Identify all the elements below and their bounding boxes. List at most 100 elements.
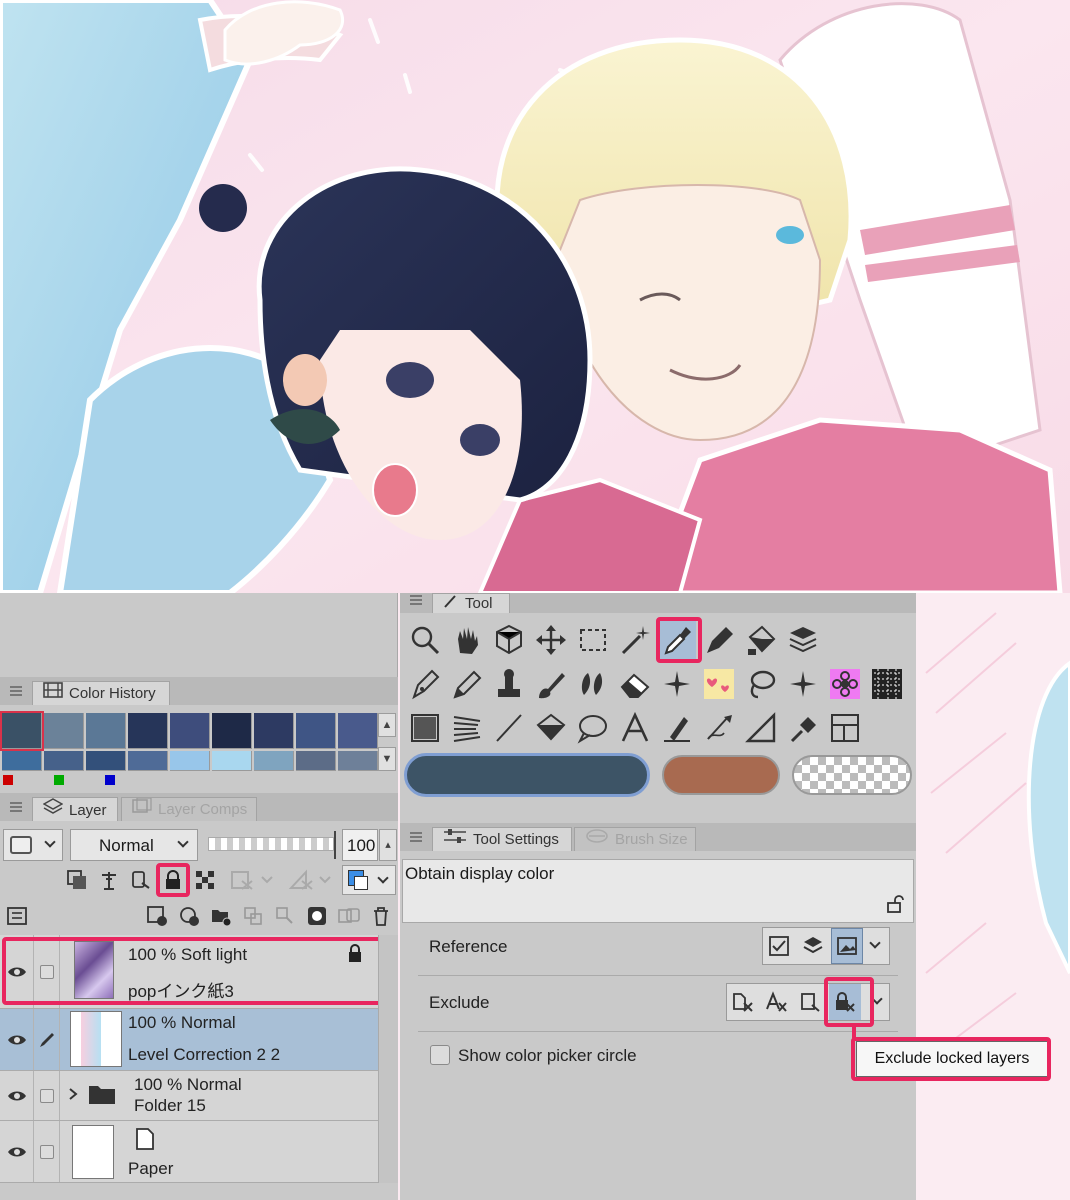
contour-fill-icon[interactable] — [448, 709, 486, 747]
layer-row[interactable]: 100 % Normal Folder 15 — [0, 1071, 378, 1121]
reference-layers-icon[interactable] — [797, 928, 829, 964]
color-swatch[interactable] — [212, 713, 252, 749]
color-swatch[interactable] — [44, 751, 84, 771]
exclude-draft-layer-icon[interactable] — [727, 984, 759, 1020]
create-mask-icon[interactable] — [304, 903, 330, 929]
color-swatch[interactable] — [338, 751, 378, 771]
tab-tool-settings[interactable]: Tool Settings — [432, 827, 572, 851]
exclude-text-layer-icon[interactable] — [761, 984, 793, 1020]
color-swatch[interactable] — [170, 713, 210, 749]
opacity-input[interactable]: 100 — [342, 829, 378, 861]
fill-shape-icon[interactable] — [532, 709, 570, 747]
reference-layer-icon[interactable] — [64, 867, 90, 893]
pen-nib-icon[interactable] — [700, 621, 738, 659]
layer-row[interactable]: 100 % Normal Level Correction 2 2 — [0, 1009, 378, 1071]
ruler-range-dropdown[interactable] — [286, 867, 338, 893]
ruler-icon[interactable] — [742, 709, 780, 747]
hand-icon[interactable] — [448, 621, 486, 659]
opacity-stepper[interactable]: ▴ — [379, 829, 397, 861]
folder-expand-chevron-icon[interactable] — [68, 1087, 78, 1106]
canvas-artwork-edge[interactable] — [916, 593, 1070, 1200]
layer-edit-toggle[interactable] — [34, 1071, 60, 1120]
pen-icon[interactable] — [34, 1009, 60, 1070]
tab-tool[interactable]: Tool — [432, 593, 510, 613]
color-swatch[interactable] — [212, 751, 252, 771]
tab-brush-size[interactable]: Brush Size — [574, 827, 696, 851]
texture-decoration-icon[interactable] — [868, 665, 906, 703]
exclude-reference-layer-icon[interactable] — [795, 984, 827, 1020]
layer-select-icon[interactable] — [784, 621, 822, 659]
merge-down-icon[interactable] — [272, 903, 298, 929]
visibility-eye-icon[interactable] — [0, 1071, 34, 1120]
opacity-slider-handle[interactable] — [334, 831, 336, 859]
vector-pen-icon[interactable] — [700, 709, 738, 747]
stamp-icon[interactable] — [490, 665, 528, 703]
reference-check-icon[interactable] — [763, 928, 795, 964]
new-vector-layer-icon[interactable] — [176, 903, 202, 929]
pencil-icon[interactable] — [448, 665, 486, 703]
color-swatch[interactable] — [296, 713, 336, 749]
color-swatch[interactable] — [86, 713, 126, 749]
pin-tool-icon[interactable] — [784, 709, 822, 747]
lasso-icon[interactable] — [742, 665, 780, 703]
visibility-eye-icon[interactable] — [0, 1121, 34, 1182]
layer-color-dropdown-2[interactable] — [342, 865, 396, 895]
lock-transparency-icon[interactable] — [192, 867, 218, 893]
delete-layer-icon[interactable] — [368, 903, 394, 929]
eraser-icon[interactable] — [616, 665, 654, 703]
color-swatch[interactable] — [254, 713, 294, 749]
color-swatch[interactable] — [44, 713, 84, 749]
star-sparkle-icon[interactable] — [784, 665, 822, 703]
fill-bucket-icon[interactable] — [742, 621, 780, 659]
fountain-pen-icon[interactable] — [406, 665, 444, 703]
main-color-swatch[interactable] — [404, 753, 650, 797]
layer-color-dropdown[interactable] — [3, 829, 63, 861]
layer-edit-toggle[interactable] — [34, 1121, 60, 1182]
brush-icon[interactable] — [532, 665, 570, 703]
lighthouse-icon[interactable] — [96, 867, 122, 893]
decoration-hearts-icon[interactable] — [700, 665, 738, 703]
transparent-color-swatch[interactable] — [792, 755, 912, 795]
scroll-down-button[interactable]: ▼ — [378, 747, 396, 771]
show-picker-circle-checkbox[interactable] — [430, 1045, 450, 1065]
unlock-icon[interactable] — [885, 894, 905, 919]
reference-image-icon[interactable] — [831, 928, 863, 964]
zoom-icon[interactable] — [406, 621, 444, 659]
layer-property-icon[interactable] — [4, 903, 30, 929]
move-icon[interactable] — [532, 621, 570, 659]
magic-wand-icon[interactable] — [616, 621, 654, 659]
new-folder-icon[interactable] — [208, 903, 234, 929]
color-swatch[interactable] — [338, 713, 378, 749]
layer-list-scrollbar[interactable] — [378, 935, 398, 1183]
panel-menu-icon[interactable] — [410, 832, 422, 842]
panel-menu-icon[interactable] — [10, 802, 22, 812]
mask-enable-dropdown[interactable] — [228, 867, 280, 893]
opacity-slider[interactable] — [208, 837, 334, 851]
clip-layer-icon[interactable] — [128, 867, 154, 893]
color-swatch[interactable] — [254, 751, 294, 771]
color-swatch[interactable] — [170, 751, 210, 771]
blend-tool-icon[interactable] — [574, 665, 612, 703]
speech-balloon-icon[interactable] — [574, 709, 612, 747]
rect-select-icon[interactable] — [574, 621, 612, 659]
color-swatch[interactable] — [128, 713, 168, 749]
sparkle-icon[interactable] — [658, 665, 696, 703]
apply-mask-icon[interactable] — [336, 903, 362, 929]
color-swatch[interactable] — [86, 751, 126, 771]
color-swatch[interactable] — [296, 751, 336, 771]
line-figure-icon[interactable] — [490, 709, 528, 747]
new-raster-layer-icon[interactable] — [144, 903, 170, 929]
panel-menu-icon[interactable] — [10, 686, 22, 696]
scroll-up-button[interactable]: ▲ — [378, 713, 396, 737]
frame-border-icon[interactable] — [826, 709, 864, 747]
correct-line-icon[interactable] — [658, 709, 696, 747]
panel-menu-icon[interactable] — [410, 595, 422, 605]
tab-layer-comps[interactable]: Layer Comps — [121, 797, 257, 821]
canvas-artwork[interactable] — [0, 0, 1070, 593]
flower-decoration-icon[interactable] — [826, 665, 864, 703]
color-swatch[interactable] — [128, 751, 168, 771]
text-icon[interactable] — [616, 709, 654, 747]
transfer-down-icon[interactable] — [240, 903, 266, 929]
tab-color-history[interactable]: Color History — [32, 681, 170, 705]
visibility-eye-icon[interactable] — [0, 1009, 34, 1070]
